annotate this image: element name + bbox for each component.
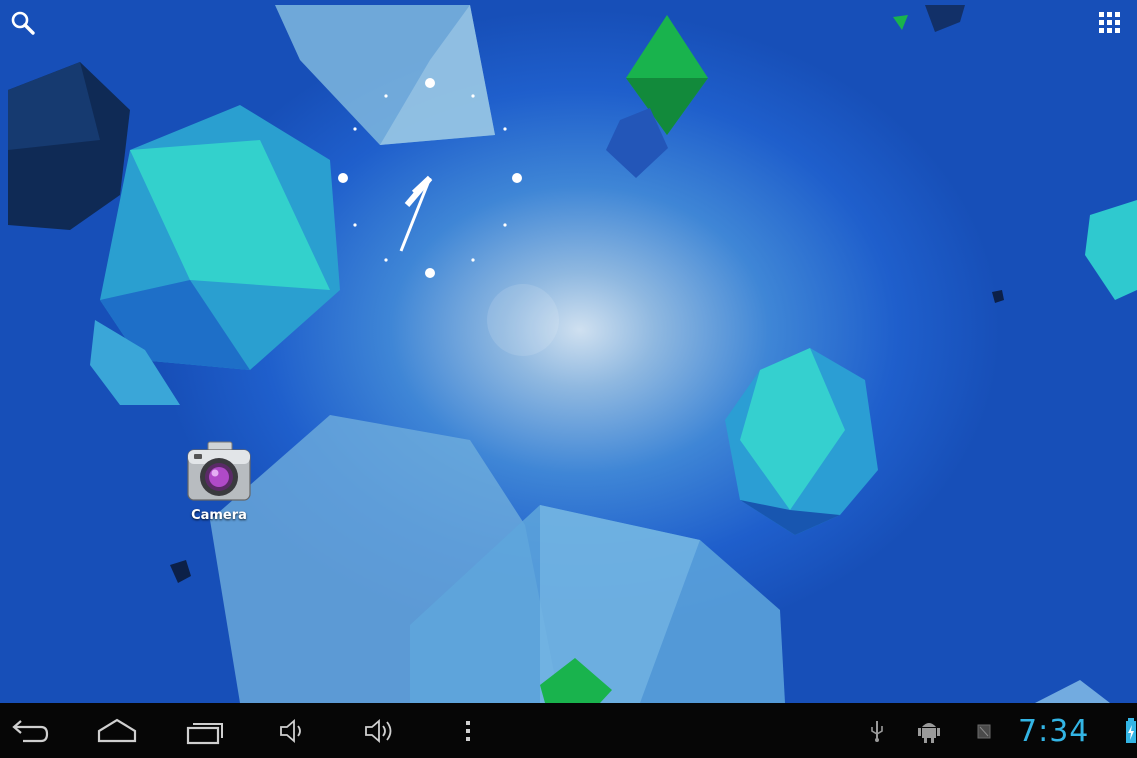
camera-app-shortcut[interactable]: Camera xyxy=(180,440,258,523)
back-button[interactable] xyxy=(6,711,52,751)
all-apps-grid-icon xyxy=(1099,12,1120,33)
analog-clock-widget[interactable] xyxy=(325,65,545,295)
system-navigation-bar: 7:34 xyxy=(0,703,1137,758)
menu-button[interactable] xyxy=(456,711,480,751)
volume-down-icon xyxy=(280,719,301,743)
camera-app-label: Camera xyxy=(191,508,247,523)
recent-apps-icon xyxy=(186,723,223,745)
usb-icon xyxy=(871,721,883,742)
status-bar-time[interactable]: 7:34 xyxy=(1018,711,1089,751)
home-button[interactable] xyxy=(92,711,142,751)
sd-card-status[interactable] xyxy=(974,717,994,745)
battery-charging-icon xyxy=(1125,718,1136,743)
volume-up-icon xyxy=(365,719,392,743)
debug-status[interactable] xyxy=(916,717,942,745)
volume-up-button[interactable] xyxy=(360,711,400,751)
crystal-wallpaper-art xyxy=(8,5,1137,703)
all-apps-button[interactable] xyxy=(1093,6,1127,40)
android-debug-icon xyxy=(918,723,940,743)
search-button[interactable] xyxy=(6,6,40,40)
camera-icon xyxy=(187,441,251,501)
volume-down-button[interactable] xyxy=(274,711,310,751)
menu-icon xyxy=(466,721,470,741)
battery-status[interactable] xyxy=(1124,717,1137,745)
home-icon xyxy=(97,718,137,743)
sd-card-icon xyxy=(977,724,991,739)
usb-status[interactable] xyxy=(866,717,888,745)
recent-apps-button[interactable] xyxy=(182,711,228,751)
search-icon xyxy=(11,11,35,35)
back-icon xyxy=(12,720,49,743)
home-screen: Camera 7:34 xyxy=(0,0,1137,758)
live-wallpaper xyxy=(0,0,1137,703)
